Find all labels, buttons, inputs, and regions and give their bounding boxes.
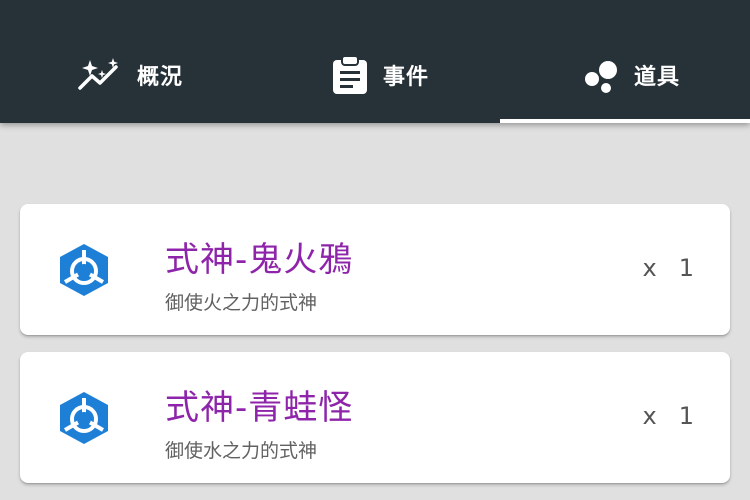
cube-icon [57, 242, 111, 298]
quantity-value: 1 [678, 254, 694, 282]
quantity-prefix: x [642, 402, 657, 430]
clipboard-icon [331, 55, 369, 95]
cube-icon [57, 390, 111, 446]
quantity-prefix: x [642, 254, 657, 282]
tab-overview[interactable]: 概況 [60, 46, 200, 104]
item-card[interactable]: 式神-鬼火鴉 御使火之力的式神 x1 [20, 204, 730, 335]
tab-overview-label: 概況 [136, 65, 183, 90]
item-title: 式神-青蛙怪 [165, 388, 354, 428]
bubbles-icon [580, 55, 620, 95]
tab-events[interactable]: 事件 [310, 46, 450, 104]
tab-items-label: 道具 [633, 65, 680, 90]
tab-items[interactable]: 道具 [560, 46, 700, 104]
top-app-bar: 概況 事件 道具 [0, 0, 750, 123]
item-title: 式神-鬼火鴉 [165, 240, 354, 280]
active-tab-indicator [500, 119, 750, 123]
item-description: 御使火之力的式神 [165, 292, 318, 314]
item-description: 御使水之力的式神 [165, 440, 318, 462]
insights-icon [77, 55, 123, 95]
quantity-value: 1 [678, 402, 694, 430]
tab-events-label: 事件 [382, 65, 429, 90]
item-quantity: x1 [643, 402, 694, 430]
item-quantity: x1 [643, 254, 694, 282]
item-card[interactable]: 式神-青蛙怪 御使水之力的式神 x1 [20, 352, 730, 483]
